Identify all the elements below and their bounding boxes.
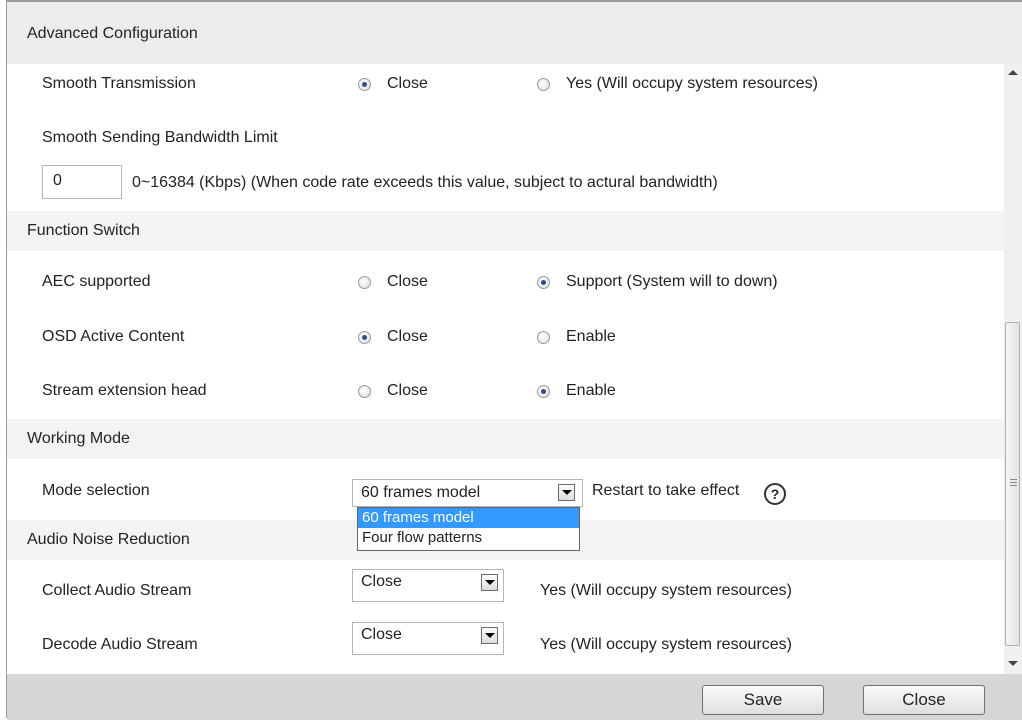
scroll-up-icon[interactable] xyxy=(1008,70,1018,75)
dialog-footer: Save Close xyxy=(7,674,1022,720)
scroll-down-icon[interactable] xyxy=(1008,661,1018,666)
aec-close-radio[interactable] xyxy=(358,275,371,289)
smooth-close-label: Close xyxy=(387,75,428,92)
stream-ext-close-radio[interactable] xyxy=(358,384,371,398)
bandwidth-limit-label: Smooth Sending Bandwidth Limit xyxy=(42,129,278,146)
stream-ext-close-label: Close xyxy=(387,382,428,399)
smooth-yes-radio[interactable] xyxy=(537,77,550,91)
stream-ext-enable-label: Enable xyxy=(566,382,616,399)
osd-close-option[interactable]: Close xyxy=(358,328,428,346)
osd-label: OSD Active Content xyxy=(42,328,185,345)
osd-enable-label: Enable xyxy=(566,328,616,345)
smooth-close-radio[interactable] xyxy=(358,77,371,91)
dropdown-option[interactable]: Four flow patterns xyxy=(358,528,579,548)
mode-dropdown-list: 60 frames model Four flow patterns xyxy=(357,507,580,551)
dialog-content: Smooth Transmission Close Yes (Will occu… xyxy=(7,64,1004,674)
mode-select-value: 60 frames model xyxy=(361,484,481,501)
dialog-title: Advanced Configuration xyxy=(27,25,198,42)
advanced-config-dialog: Advanced Configuration Smooth Transmissi… xyxy=(6,0,1022,720)
close-button[interactable]: Close xyxy=(863,685,985,715)
stream-ext-enable-option[interactable]: Enable xyxy=(537,382,616,400)
decode-audio-value: Close xyxy=(361,626,402,643)
collect-audio-note: Yes (Will occupy system resources) xyxy=(540,582,792,599)
osd-close-label: Close xyxy=(387,328,428,345)
mode-selection-label: Mode selection xyxy=(42,482,150,499)
osd-enable-radio[interactable] xyxy=(537,330,550,344)
audio-noise-title: Audio Noise Reduction xyxy=(27,531,190,548)
aec-support-label: Support (System will to down) xyxy=(566,273,778,290)
collect-audio-value: Close xyxy=(361,573,402,590)
stream-ext-enable-radio[interactable] xyxy=(537,384,550,398)
decode-audio-label: Decode Audio Stream xyxy=(42,636,198,653)
osd-close-radio[interactable] xyxy=(358,330,371,344)
aec-close-option[interactable]: Close xyxy=(358,273,428,291)
working-mode-header: Working Mode xyxy=(7,419,1004,459)
help-icon[interactable]: ? xyxy=(764,483,786,505)
smooth-close-option[interactable]: Close xyxy=(358,75,428,93)
smooth-yes-label: Yes (Will occupy system resources) xyxy=(566,75,818,92)
decode-audio-note: Yes (Will occupy system resources) xyxy=(540,636,792,653)
dropdown-option[interactable]: 60 frames model xyxy=(358,508,579,528)
restart-note: Restart to take effect xyxy=(592,482,740,499)
dialog-titlebar: Advanced Configuration xyxy=(7,2,1022,64)
bandwidth-hint: 0~16384 (Kbps) (When code rate exceeds t… xyxy=(132,174,718,191)
vertical-scrollbar[interactable] xyxy=(1004,64,1022,674)
chevron-down-icon[interactable] xyxy=(481,627,498,644)
aec-support-radio[interactable] xyxy=(537,275,550,289)
smooth-yes-option[interactable]: Yes (Will occupy system resources) xyxy=(537,75,818,93)
osd-enable-option[interactable]: Enable xyxy=(537,328,616,346)
working-mode-title: Working Mode xyxy=(27,430,130,447)
smooth-transmission-label: Smooth Transmission xyxy=(42,75,196,92)
aec-label: AEC supported xyxy=(42,273,151,290)
scrollbar-thumb[interactable] xyxy=(1005,322,1020,646)
save-button[interactable]: Save xyxy=(702,685,824,715)
aec-close-label: Close xyxy=(387,273,428,290)
function-switch-title: Function Switch xyxy=(27,222,140,239)
chevron-down-icon[interactable] xyxy=(558,484,575,501)
function-switch-header: Function Switch xyxy=(7,211,1004,251)
collect-audio-select[interactable]: Close xyxy=(352,569,504,602)
stream-ext-close-option[interactable]: Close xyxy=(358,382,428,400)
grip-icon xyxy=(1010,479,1017,486)
decode-audio-select[interactable]: Close xyxy=(352,622,504,655)
collect-audio-label: Collect Audio Stream xyxy=(42,582,192,599)
chevron-down-icon[interactable] xyxy=(481,574,498,591)
aec-support-option[interactable]: Support (System will to down) xyxy=(537,273,778,291)
mode-select[interactable]: 60 frames model xyxy=(352,479,583,507)
stream-ext-label: Stream extension head xyxy=(42,382,207,399)
bandwidth-input[interactable]: 0 xyxy=(42,165,122,199)
